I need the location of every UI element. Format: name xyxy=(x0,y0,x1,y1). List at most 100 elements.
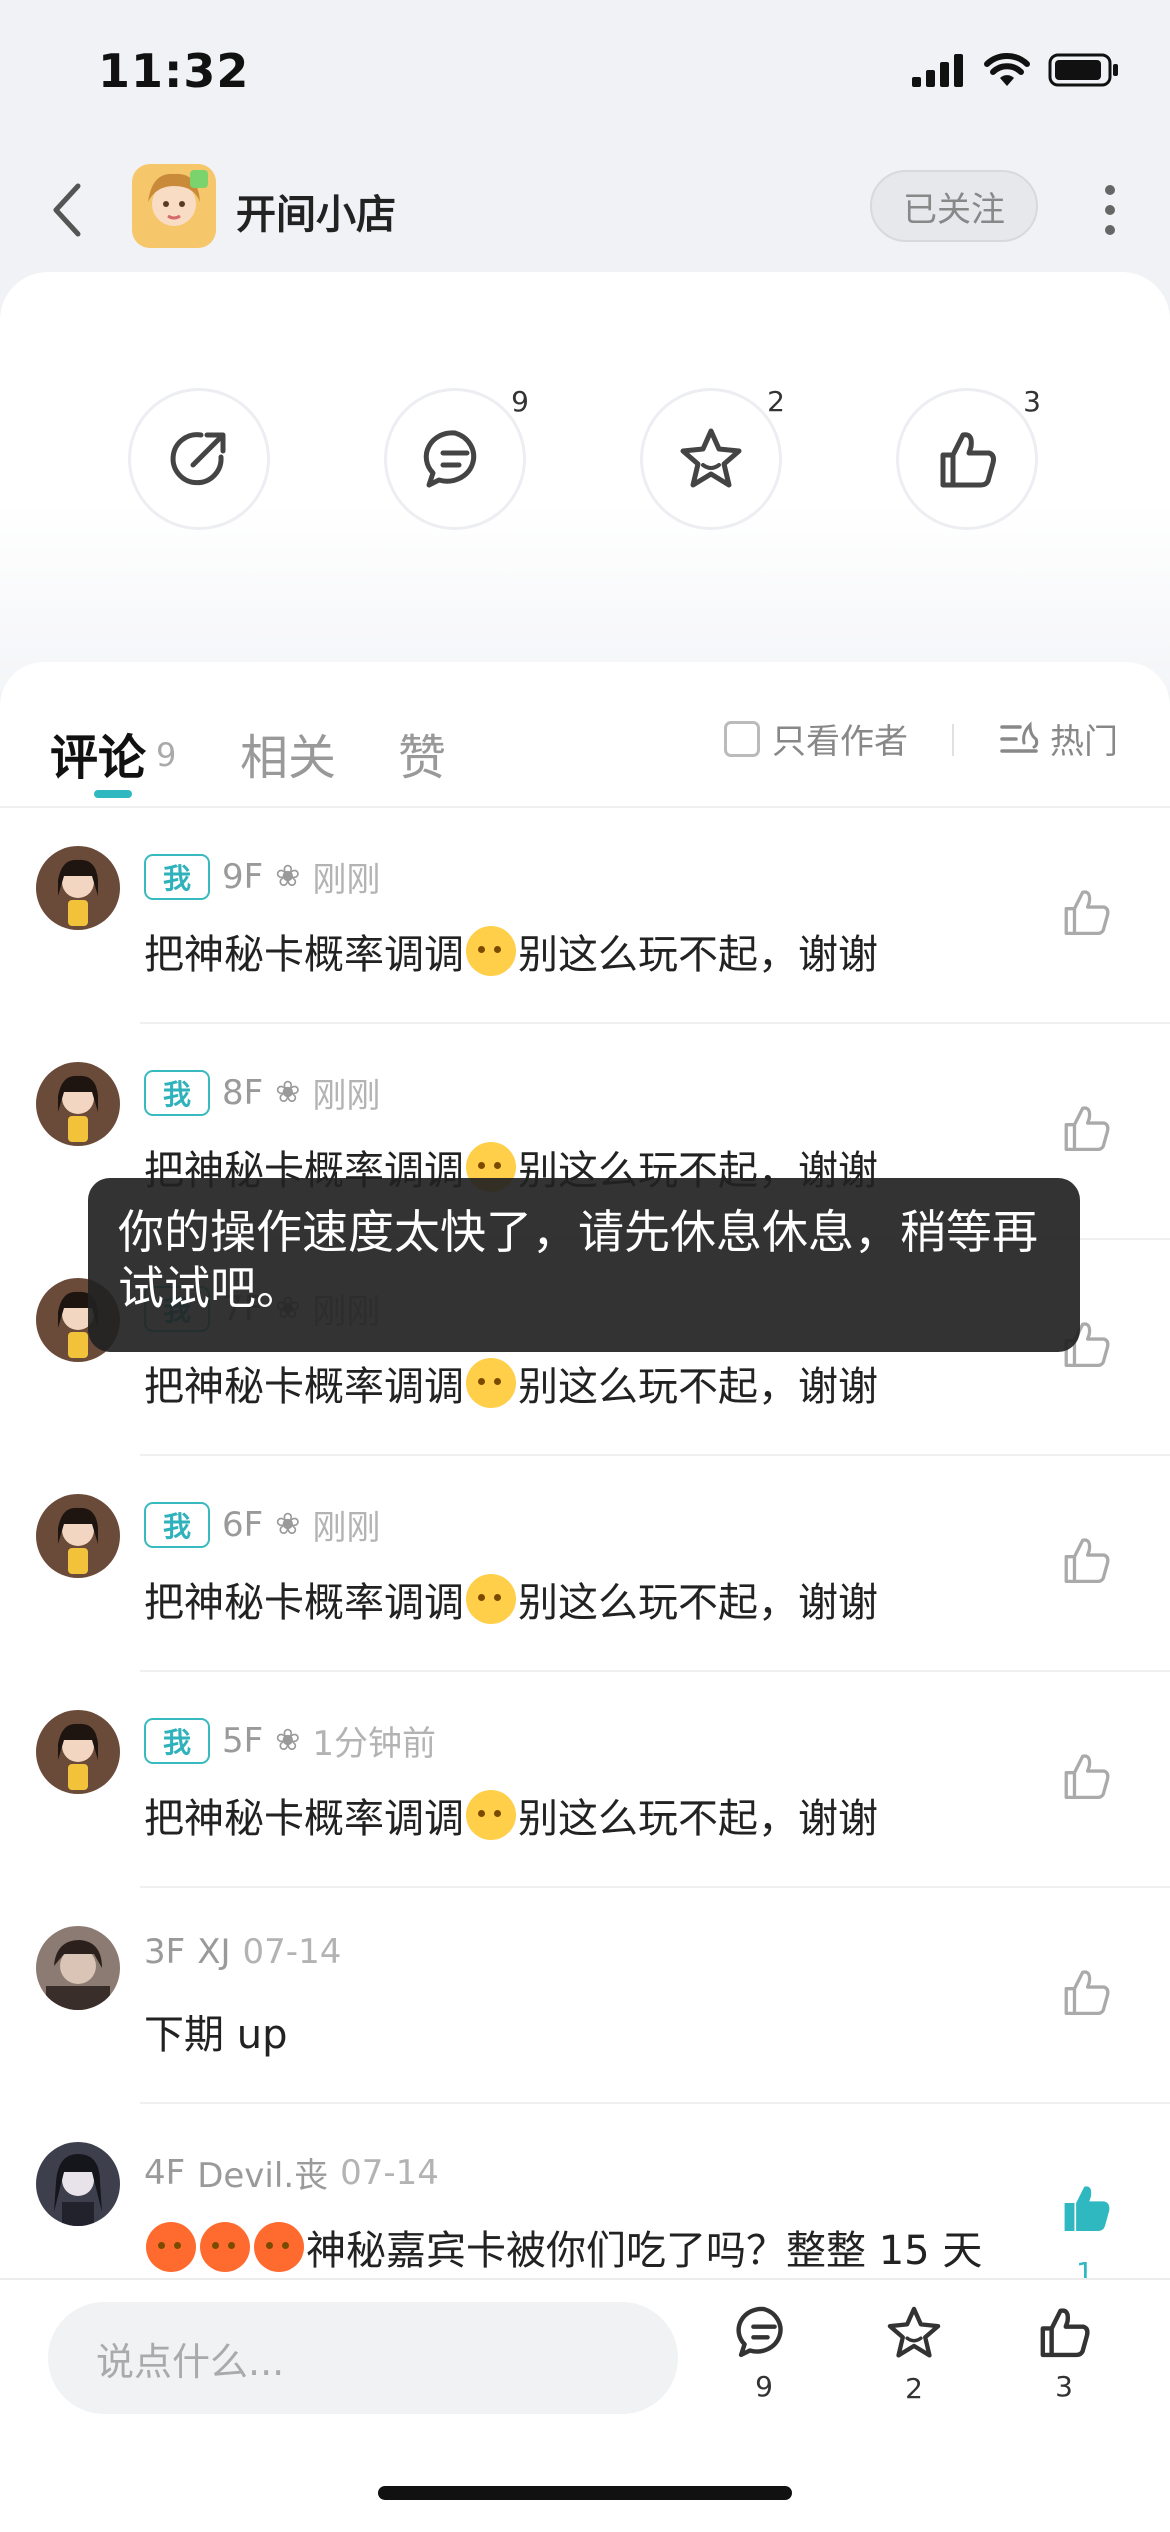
comment-meta: 我 5F ❀ 1分钟前 xyxy=(144,1716,436,1765)
comment-item[interactable]: 我 5F ❀ 1分钟前 把神秘卡概率调调 别这么玩不起，谢谢 xyxy=(0,1672,1170,1888)
user-avatar[interactable] xyxy=(36,1494,120,1578)
comment-floor: 4F xyxy=(144,2152,186,2193)
comment-meta: 3F XJ 07-14 xyxy=(144,1932,341,1972)
shop-avatar[interactable] xyxy=(132,164,216,248)
flower-icon: ❀ xyxy=(275,859,301,894)
comment-floor: 3F xyxy=(144,1932,186,1972)
tab-comments[interactable]: 评论 xyxy=(50,718,146,788)
user-avatar[interactable] xyxy=(36,1062,120,1146)
comment-floor: 6F xyxy=(222,1504,264,1545)
comment-text: 神秘嘉宾卡被你们吃了吗？整整 15 天 xyxy=(144,2218,982,2276)
only-author-checkbox[interactable] xyxy=(724,720,760,757)
comment-text: 把神秘卡概率调调 别这么玩不起，谢谢 xyxy=(144,1354,878,1412)
sort-hot-button[interactable]: 热门 xyxy=(998,714,1118,763)
status-bar: 11:32 xyxy=(0,0,1170,140)
comment-item[interactable]: 3F XJ 07-14 下期 up xyxy=(0,1888,1170,2104)
user-avatar[interactable] xyxy=(36,1710,120,1794)
comment-item[interactable]: 我 9F ❀ 刚刚 把神秘卡概率调调 别这么玩不起，谢谢 xyxy=(0,808,1170,1024)
comment-text: 把神秘卡概率调调 别这么玩不起，谢谢 xyxy=(144,1570,878,1628)
comment-action-count: 9 xyxy=(511,385,529,418)
action-card: 9 2 3 xyxy=(0,272,1170,692)
me-badge: 我 xyxy=(144,853,210,900)
bottom-like-count: 3 xyxy=(1055,2370,1073,2403)
like-icon[interactable] xyxy=(1058,1748,1114,1804)
status-time: 11:32 xyxy=(98,44,250,98)
emoji-smirk-icon xyxy=(466,1790,516,1840)
emoji-smirk-icon xyxy=(466,926,516,976)
bottom-favorite-button[interactable]: 2 xyxy=(874,2302,954,2405)
home-indicator[interactable] xyxy=(378,2486,792,2500)
like-action-button[interactable]: 3 xyxy=(896,385,1041,530)
only-author-filter[interactable]: 只看作者 xyxy=(724,714,908,763)
comment-item[interactable]: 我 6F ❀ 刚刚 把神秘卡概率调调 别这么玩不起，谢谢 xyxy=(0,1456,1170,1672)
bottom-comment-count: 9 xyxy=(755,2370,773,2403)
comment-meta: 我 6F ❀ 刚刚 xyxy=(144,1500,380,1549)
bottom-favorite-count: 2 xyxy=(905,2372,923,2405)
me-badge: 我 xyxy=(144,1501,210,1548)
comment-icon xyxy=(423,430,477,488)
comment-item[interactable]: 4F Devil.丧 07-14 神秘嘉宾卡被你们吃了吗？整整 15 天 1 xyxy=(0,2104,1170,2282)
comment-text-part: 别这么玩不起，谢谢 xyxy=(518,1796,878,1842)
battery-icon xyxy=(1048,53,1118,87)
user-avatar[interactable] xyxy=(36,1926,120,2010)
wifi-icon xyxy=(984,53,1030,86)
comment-username[interactable]: XJ xyxy=(197,1932,230,1972)
comment-input[interactable]: 说点什么... xyxy=(48,2302,678,2414)
sort-label: 热门 xyxy=(1050,722,1118,762)
like-icon[interactable] xyxy=(1058,1964,1114,2020)
comment-text-part: 别这么玩不起，谢谢 xyxy=(518,1364,878,1410)
tab-related[interactable]: 相关 xyxy=(240,718,336,788)
emoji-angry-icon xyxy=(200,2222,250,2272)
comment-time: 刚刚 xyxy=(312,1508,381,1548)
comment-text-part: 别这么玩不起，谢谢 xyxy=(518,932,878,978)
user-avatar[interactable] xyxy=(36,2142,120,2226)
header: 开间小店 已关注 xyxy=(0,150,1170,270)
comment-time: 刚刚 xyxy=(312,860,381,900)
emoji-smirk-icon xyxy=(466,1358,516,1408)
comment-floor: 8F xyxy=(222,1072,264,1113)
only-author-label: 只看作者 xyxy=(772,722,908,762)
like-icon[interactable] xyxy=(1058,1100,1114,1156)
comment-time: 1分钟前 xyxy=(312,1724,436,1764)
comment-action-button[interactable]: 9 xyxy=(384,385,529,530)
star-icon xyxy=(887,2306,941,2358)
tab-likes[interactable]: 赞 xyxy=(398,718,446,788)
tab-bar: 评论 9 相关 赞 只看作者 热门 xyxy=(0,662,1170,808)
shop-name[interactable]: 开间小店 xyxy=(236,182,396,240)
comment-text-part: 神秘嘉宾卡被你们吃了吗？整整 15 天 xyxy=(306,2228,983,2274)
like-action-count: 3 xyxy=(1023,385,1041,418)
comments-panel: 评论 9 相关 赞 只看作者 热门 我 9F ❀ 刚刚 把神秘卡概率调调 别这么… xyxy=(0,662,1170,2282)
thumbs-up-icon xyxy=(1040,2308,1090,2358)
comment-text: 下期 up xyxy=(144,2012,288,2058)
comment-text-part: 别这么玩不起，谢谢 xyxy=(518,1580,878,1626)
like-icon[interactable] xyxy=(1058,884,1114,940)
flower-icon: ❀ xyxy=(275,1075,301,1110)
sort-icon xyxy=(1000,720,1039,753)
star-icon xyxy=(680,428,742,488)
comment-username[interactable]: Devil.丧 xyxy=(197,2148,328,2197)
back-arrow-icon[interactable] xyxy=(44,178,92,242)
like-icon-active[interactable] xyxy=(1058,2180,1114,2236)
comment-icon xyxy=(736,2306,783,2358)
filter-divider xyxy=(952,724,954,756)
favorite-action-button[interactable]: 2 xyxy=(640,385,785,530)
bottom-like-button[interactable]: 3 xyxy=(1024,2302,1104,2403)
comment-floor: 9F xyxy=(222,856,264,897)
comment-text-part: 把神秘卡概率调调 xyxy=(144,932,464,978)
status-icons xyxy=(912,52,1120,88)
toast-message: 你的操作速度太快了，请先休息休息，稍等再试试吧。 xyxy=(88,1178,1080,1352)
me-badge: 我 xyxy=(144,1069,210,1116)
follow-button[interactable]: 已关注 xyxy=(870,170,1038,242)
bottom-comment-button[interactable]: 9 xyxy=(724,2302,804,2403)
comment-meta: 4F Devil.丧 07-14 xyxy=(144,2148,439,2197)
like-icon[interactable] xyxy=(1058,1532,1114,1588)
emoji-angry-icon xyxy=(254,2222,304,2272)
tab-active-indicator xyxy=(94,790,132,798)
more-icon[interactable] xyxy=(1090,180,1130,240)
user-avatar[interactable] xyxy=(36,846,120,930)
favorite-action-count: 2 xyxy=(767,385,785,418)
share-button[interactable] xyxy=(128,388,270,530)
comment-time: 07-14 xyxy=(242,1932,342,1972)
comment-text-part: 把神秘卡概率调调 xyxy=(144,1364,464,1410)
thumbs-up-icon xyxy=(940,432,996,488)
